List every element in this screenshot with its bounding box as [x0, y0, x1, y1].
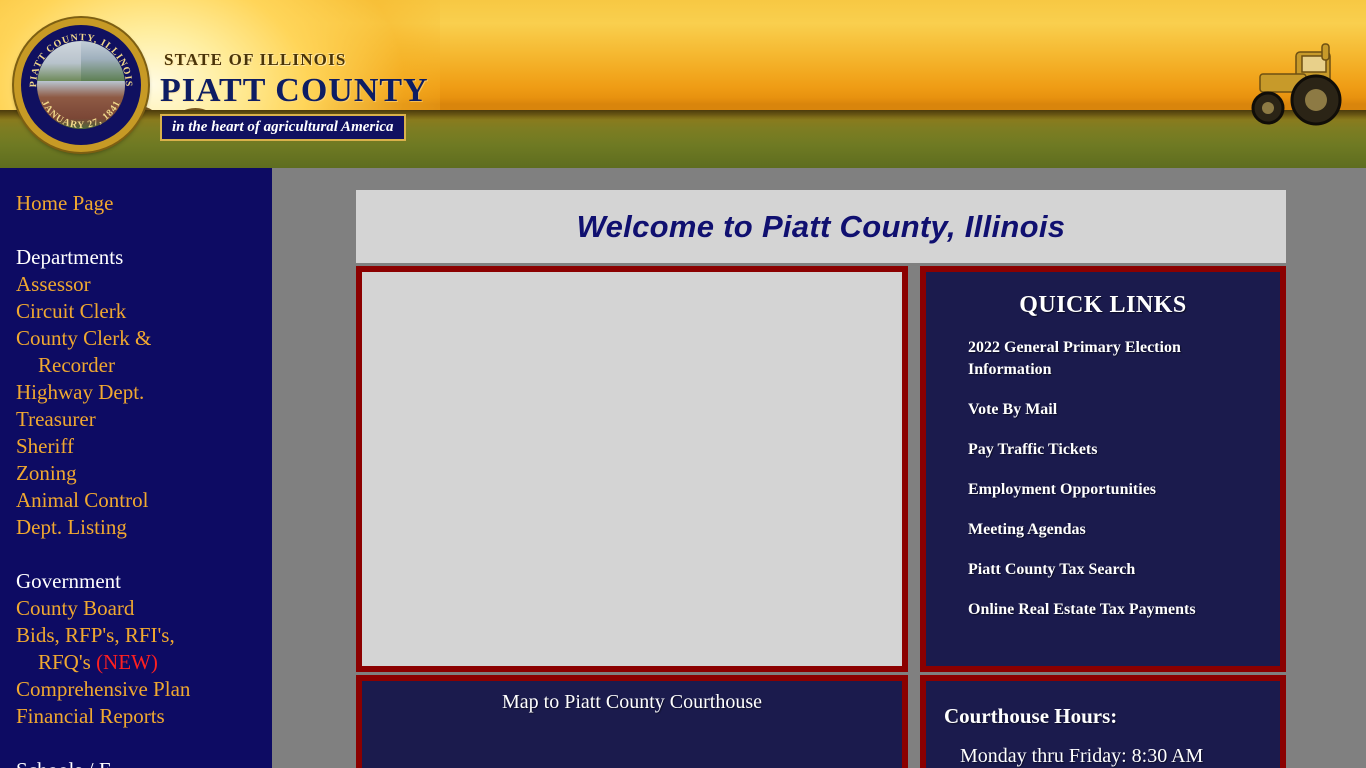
sidebar-item-home-page[interactable]: Home Page [16, 190, 272, 217]
main-content: Welcome to Piatt County, Illinois QUICK … [356, 190, 1286, 768]
sidebar-item-county-clerk-recorder[interactable]: County Clerk & [16, 325, 272, 352]
sidebar-item-dept-listing[interactable]: Dept. Listing [16, 514, 272, 541]
logo-state-line: STATE OF ILLINOIS [164, 50, 347, 69]
quick-links-title: QUICK LINKS [1019, 292, 1187, 318]
quick-link-meeting-agendas[interactable]: Meeting Agendas [968, 519, 1266, 541]
site-logotype: STATE OF ILLINOIS PIATT COUNTY in the he… [160, 50, 429, 141]
sidebar-heading-departments: Departments [16, 245, 124, 269]
sidebar-heading-schools: Schools / E [16, 757, 272, 768]
sidebar-item-county-board[interactable]: County Board [16, 595, 272, 622]
hours-column: Courthouse Hours: Monday thru Friday: 8:… [920, 675, 1286, 768]
courthouse-hours-title: Courthouse Hours: [944, 704, 1118, 728]
site-banner: PIATT COUNTY, ILLINOIS JANUARY 27, 1841 … [0, 0, 1366, 168]
content-row-top: QUICK LINKS 2022 General Primary Electio… [356, 266, 1286, 672]
quick-link-employment-opportunities[interactable]: Employment Opportunities [968, 479, 1266, 501]
courthouse-hours-panel: Courthouse Hours: Monday thru Friday: 8:… [920, 675, 1286, 768]
sidebar-item-rfqs-label: RFQ's [38, 650, 91, 674]
sidebar-item-highway-dept[interactable]: Highway Dept. [16, 379, 272, 406]
quick-link-pay-traffic-tickets[interactable]: Pay Traffic Tickets [968, 439, 1266, 461]
courthouse-hours-line: Monday thru Friday: 8:30 AM [960, 745, 1204, 767]
sidebar-item-financial-reports[interactable]: Financial Reports [16, 703, 272, 730]
featured-photo-column [356, 266, 908, 672]
sidebar-item-assessor[interactable]: Assessor [16, 271, 272, 298]
svg-text:PIATT COUNTY, ILLINOIS: PIATT COUNTY, ILLINOIS [28, 32, 134, 87]
map-panel: Map to Piatt County Courthouse [356, 675, 908, 768]
map-column: Map to Piatt County Courthouse [356, 675, 908, 768]
quick-link-election-information[interactable]: 2022 General Primary Election Informatio… [968, 337, 1266, 381]
seal-text: PIATT COUNTY, ILLINOIS JANUARY 27, 1841 [28, 32, 134, 131]
sidebar-item-rfqs[interactable]: RFQ's (NEW) [16, 649, 272, 676]
page-body: Home Page Departments Assessor Circuit C… [0, 168, 1366, 768]
sidebar-item-zoning[interactable]: Zoning [16, 460, 272, 487]
sidebar-navigation: Home Page Departments Assessor Circuit C… [0, 168, 272, 768]
quick-link-tax-search[interactable]: Piatt County Tax Search [968, 559, 1266, 581]
quick-links-panel: QUICK LINKS 2022 General Primary Electio… [920, 266, 1286, 672]
logo-tagline: in the heart of agricultural America [160, 114, 406, 141]
welcome-banner: Welcome to Piatt County, Illinois [356, 190, 1286, 263]
sidebar-item-bids-rfps[interactable]: Bids, RFP's, RFI's, [16, 622, 272, 649]
sidebar-item-county-clerk-recorder-cont[interactable]: Recorder [16, 352, 272, 379]
quick-link-vote-by-mail[interactable]: Vote By Mail [968, 399, 1266, 421]
county-seal: PIATT COUNTY, ILLINOIS JANUARY 27, 1841 [14, 18, 148, 152]
tractor-icon [1251, 43, 1342, 126]
page-title: Welcome to Piatt County, Illinois [576, 208, 1066, 244]
map-to-courthouse-link[interactable]: Map to Piatt County Courthouse [362, 691, 902, 714]
new-badge: (NEW) [96, 650, 158, 674]
content-row-bottom: Map to Piatt County Courthouse Courthous… [356, 675, 1286, 768]
sidebar-heading-government: Government [16, 569, 121, 593]
sidebar-item-comprehensive-plan[interactable]: Comprehensive Plan [16, 676, 272, 703]
quick-links-column: QUICK LINKS 2022 General Primary Electio… [920, 266, 1286, 672]
sidebar-item-sheriff[interactable]: Sheriff [16, 433, 272, 460]
sidebar-item-animal-control[interactable]: Animal Control [16, 487, 272, 514]
svg-text:JANUARY 27, 1841: JANUARY 27, 1841 [39, 98, 123, 131]
sidebar-item-treasurer[interactable]: Treasurer [16, 406, 272, 433]
featured-photo [356, 266, 908, 672]
logo-county-line: PIATT COUNTY [160, 72, 429, 109]
sidebar-item-circuit-clerk[interactable]: Circuit Clerk [16, 298, 272, 325]
quick-link-online-tax-payments[interactable]: Online Real Estate Tax Payments [968, 599, 1266, 621]
